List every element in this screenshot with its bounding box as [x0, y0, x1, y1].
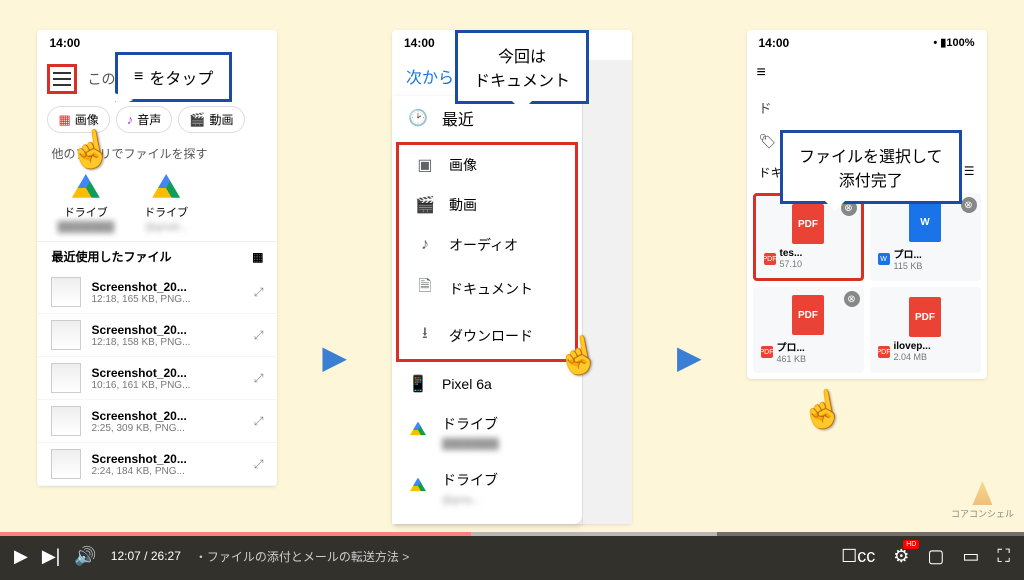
- drawer-item-audio[interactable]: ♪オーディオ: [399, 225, 575, 265]
- thumbnail: [51, 277, 81, 307]
- account-email: @gmail...: [145, 222, 187, 233]
- drawer-item-video[interactable]: 🎬動画: [399, 185, 575, 225]
- drive-account-2[interactable]: ドライブ @gmail...: [144, 174, 188, 233]
- theater-button[interactable]: ▭: [962, 546, 979, 567]
- highlighted-categories: ▣画像 🎬動画 ♪オーディオ 🗎ドキュメント ⭳ダウンロード: [396, 142, 578, 362]
- drawer-item-download[interactable]: ⭳ダウンロード: [399, 312, 575, 359]
- file-row[interactable]: Screenshot_20...10:16, 161 KB, PNG...⤢: [37, 357, 277, 400]
- audio-icon: ♪: [415, 236, 435, 254]
- image-icon: ▣: [415, 155, 435, 175]
- drive-icon: [408, 478, 428, 499]
- drive-icon: [152, 174, 180, 202]
- next-button[interactable]: ▶|: [42, 546, 61, 567]
- expand-icon[interactable]: ⊗: [961, 197, 977, 213]
- file-row[interactable]: Screenshot_20...12:18, 165 KB, PNG...⤢: [37, 271, 277, 314]
- clock: 14:00: [49, 36, 80, 50]
- channel-watermark: コアコンシェル: [951, 481, 1014, 520]
- expand-icon[interactable]: ⤢: [254, 328, 264, 343]
- pointing-hand-icon: [556, 336, 588, 386]
- video-icon: 🎬: [189, 112, 205, 128]
- arrow-icon: ▶: [677, 338, 702, 376]
- fullscreen-button[interactable]: ⛶: [997, 546, 1010, 567]
- captions-button[interactable]: ☐cc: [841, 546, 875, 567]
- callout-tap-hamburger: ≡ をタップ: [115, 52, 232, 102]
- callout-document: 今回は ドキュメント: [455, 30, 589, 104]
- progress-track[interactable]: [0, 532, 1024, 536]
- video-icon: 🎬: [415, 195, 435, 215]
- expand-icon[interactable]: ⤢: [254, 457, 264, 472]
- buffered-bar: [0, 532, 717, 536]
- clock-icon: 🕑: [408, 108, 428, 128]
- chapter-title: ・ファイルの添付とメールの転送方法 >: [195, 548, 409, 565]
- hamburger-menu-button[interactable]: ≡: [757, 64, 766, 82]
- callout-attach-complete: ファイルを選択して 添付完了: [780, 130, 962, 204]
- pdf-badge-icon: PDF: [764, 253, 776, 265]
- tag-icon: 🏷: [759, 133, 777, 150]
- pointing-hand-icon: [800, 390, 832, 440]
- drawer-item-drive-2[interactable]: ドライブ@gma...: [392, 460, 582, 516]
- arrow-icon: ▶: [322, 338, 347, 376]
- picker-title: この: [87, 69, 115, 89]
- battery-indicator: • ▮100%: [933, 36, 974, 50]
- download-icon: ⭳: [415, 322, 435, 349]
- title-prefix: ド: [759, 98, 772, 117]
- file-tile[interactable]: ⊗ PDF PDFプロ...461 KB: [753, 287, 864, 373]
- watermark-icon: [972, 481, 992, 505]
- phone-icon: 📱: [408, 374, 428, 394]
- hamburger-icon-glyph: ≡: [134, 68, 143, 86]
- phone-3: 14:00 • ▮100% ≡ ド 🏷 ドキュメ イル ☰ ⊗ PDF PDFt…: [747, 30, 987, 379]
- pdf-badge-icon: PDF: [878, 346, 890, 358]
- pdf-icon: PDF: [792, 295, 824, 335]
- pdf-badge-icon: PDF: [761, 346, 773, 358]
- settings-button[interactable]: ⚙: [893, 546, 909, 567]
- image-icon: ▦: [58, 112, 70, 128]
- file-row[interactable]: Screenshot_20...2:25, 309 KB, PNG...⤢: [37, 400, 277, 443]
- pointing-hand-icon: [68, 130, 100, 180]
- expand-icon[interactable]: ⤢: [254, 371, 264, 386]
- pdf-icon: PDF: [909, 297, 941, 337]
- drawer-item-document[interactable]: 🗎ドキュメント: [399, 265, 575, 312]
- file-row[interactable]: Screenshot_20...12:18, 158 KB, PNG...⤢: [37, 314, 277, 357]
- status-bar: 14:00 • ▮100%: [747, 30, 987, 56]
- thumbnail: [51, 320, 81, 350]
- video-player-bar: ▶ ▶| 🔊 12:07 / 26:27 ・ファイルの添付とメールの転送方法 >…: [0, 532, 1024, 580]
- pdf-icon: PDF: [792, 204, 824, 244]
- account-email: ████████: [57, 222, 114, 233]
- drawer-item-image[interactable]: ▣画像: [399, 145, 575, 185]
- file-row[interactable]: Screenshot_20...2:24, 184 KB, PNG...⤢: [37, 443, 277, 486]
- word-badge-icon: W: [878, 253, 890, 265]
- document-icon: 🗎: [415, 275, 435, 302]
- drive-account-1[interactable]: ドライブ ████████: [57, 174, 114, 233]
- drive-icon: [408, 422, 428, 443]
- expand-icon[interactable]: ⤢: [254, 414, 264, 429]
- file-tile[interactable]: ⊗ W Wプロ...115 KB: [870, 193, 981, 281]
- clock: 14:00: [404, 36, 435, 50]
- volume-button[interactable]: 🔊: [74, 546, 96, 567]
- word-icon: W: [909, 202, 941, 242]
- time-display: 12:07 / 26:27: [111, 549, 181, 563]
- nav-drawer: 🕑最近 ▣画像 🎬動画 ♪オーディオ 🗎ドキュメント ⭳ダウンロード 📱Pixe…: [392, 96, 582, 524]
- recent-files-title: 最近使用したファイル: [51, 248, 171, 265]
- drawer-item-drive-1[interactable]: ドライブ████████: [392, 404, 582, 460]
- chip-video[interactable]: 🎬動画: [178, 106, 244, 133]
- thumbnail: [51, 363, 81, 393]
- file-tile[interactable]: PDF PDFilovep...2.04 MB: [870, 287, 981, 373]
- drawer-item-device[interactable]: 📱Pixel 6a: [392, 364, 582, 404]
- clock: 14:00: [759, 36, 790, 50]
- hamburger-menu-button[interactable]: [47, 64, 77, 94]
- miniplayer-button[interactable]: ▢: [927, 546, 944, 567]
- play-button[interactable]: ▶: [14, 546, 28, 567]
- list-view-icon[interactable]: ☰: [964, 164, 975, 181]
- expand-icon[interactable]: ⤢: [254, 285, 264, 300]
- drawer-scrim: [582, 60, 632, 524]
- thumbnail: [51, 449, 81, 479]
- grid-view-icon[interactable]: ▦: [252, 250, 263, 264]
- thumbnail: [51, 406, 81, 436]
- expand-icon[interactable]: ⊗: [844, 291, 860, 307]
